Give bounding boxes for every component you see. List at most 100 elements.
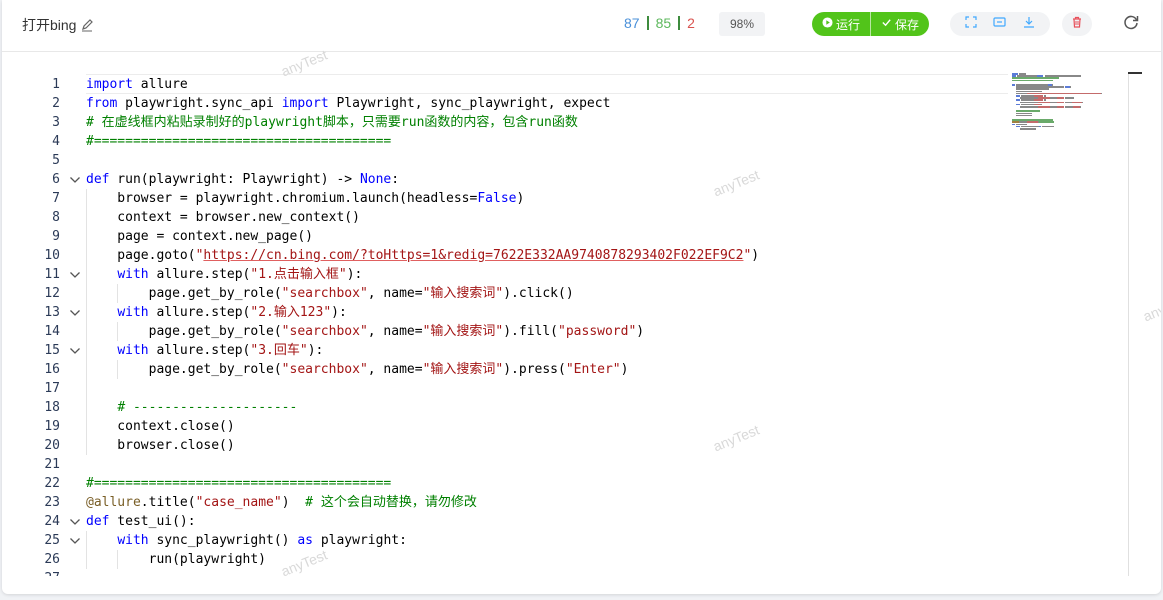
code-text: run(playwright): [86, 550, 266, 569]
line-number: 20: [44, 438, 60, 453]
save-button-label: 保存: [895, 17, 920, 32]
line-number: 24: [44, 514, 60, 529]
code-line[interactable]: 15 with allure.step("3.回车"):: [2, 341, 1142, 360]
indent-guide: [117, 322, 119, 341]
code-line[interactable]: 14 page.get_by_role("searchbox", name="输…: [2, 322, 1142, 341]
code-line[interactable]: 11 with allure.step("1.点击输入框"):: [2, 265, 1142, 284]
stat-divider: [646, 16, 649, 30]
code-token: ): [516, 191, 525, 206]
code-text: with allure.step("2.输入123"):: [86, 303, 347, 322]
fold-chevron-icon[interactable]: [68, 303, 82, 322]
code-token: page.get_by_role(: [86, 324, 282, 339]
fold-chevron-icon[interactable]: [68, 170, 82, 189]
code-line[interactable]: 12 page.get_by_role("searchbox", name="输…: [2, 284, 1142, 303]
line-number: 11: [44, 267, 60, 282]
line-number: 23: [44, 495, 60, 510]
code-line[interactable]: 9 page = context.new_page(): [2, 227, 1142, 246]
code-line[interactable]: 4 #======================================: [2, 132, 1142, 151]
code-token: ):: [346, 267, 363, 282]
code-line[interactable]: 3 # 在虚线框内粘贴录制好的playwright脚本，只需要run函数的内容，包…: [2, 113, 1142, 132]
code-text: browser.close(): [86, 436, 234, 455]
code-line[interactable]: 26 run(playwright): [2, 550, 1142, 569]
code-line[interactable]: 5: [2, 151, 1142, 170]
minimap-line: [1064, 97, 1074, 99]
fullscreen-button[interactable]: [960, 13, 982, 35]
minimap-line: [1038, 106, 1050, 108]
code-line[interactable]: 10 page.goto("https://cn.bing.com/?toHtt…: [2, 246, 1142, 265]
line-number: 25: [44, 533, 60, 548]
code-text: page = context.new_page(): [86, 227, 313, 246]
run-button[interactable]: 运行: [812, 12, 870, 36]
code-token: with: [117, 533, 149, 548]
code-token: Playwright, sync_playwright, expect: [328, 96, 611, 111]
code-line[interactable]: 18 # ---------------------: [2, 398, 1142, 417]
fold-chevron-icon[interactable]: [68, 341, 82, 360]
code-line[interactable]: 27: [2, 569, 1142, 576]
preview-button[interactable]: [989, 13, 1011, 35]
refresh-icon: [1122, 13, 1140, 36]
code-line[interactable]: 2 from playwright.sync_api import Playwri…: [2, 94, 1142, 113]
refresh-button[interactable]: [1120, 13, 1142, 35]
code-token: with: [117, 343, 149, 358]
code-line[interactable]: 24 def test_ui():: [2, 512, 1142, 531]
code-line[interactable]: 19 context.close(): [2, 417, 1142, 436]
code-line[interactable]: 20 browser.close(): [2, 436, 1142, 455]
save-button[interactable]: 保存: [871, 12, 929, 36]
code-editor[interactable]: 1 import allure 2 from playwright.sync_api …: [2, 64, 1142, 576]
code-line[interactable]: 7 browser = playwright.chromium.launch(h…: [2, 189, 1142, 208]
code-token: False: [477, 191, 517, 206]
fold-chevron-icon[interactable]: [68, 265, 82, 284]
indent-guide: [86, 379, 87, 398]
code-line[interactable]: 17: [2, 379, 1142, 398]
indent-guide: [86, 189, 87, 208]
line-number: 18: [44, 400, 60, 415]
code-line[interactable]: 6 def run(playwright: Playwright) -> None…: [2, 170, 1142, 189]
minimap-line: [1072, 106, 1081, 108]
code-token: allure: [132, 77, 188, 92]
code-line[interactable]: 1 import allure: [2, 75, 1142, 94]
vertical-scrollbar[interactable]: [1128, 72, 1129, 576]
line-number: 8: [52, 210, 60, 225]
code-token: context.close(): [86, 419, 235, 434]
minimap-line: [1049, 97, 1058, 99]
download-button[interactable]: [1018, 13, 1040, 35]
indent-guide: [86, 436, 87, 455]
code-line[interactable]: 22 #=====================================…: [2, 474, 1142, 493]
delete-button[interactable]: [1062, 12, 1092, 36]
fold-chevron-icon[interactable]: [68, 512, 82, 531]
code-token: :: [391, 172, 400, 187]
code-text: context.close(): [86, 417, 235, 436]
code-text: with sync_playwright() as playwright:: [86, 531, 407, 550]
code-line[interactable]: 23 @allure.title("case_name") # 这个会自动替换，请…: [2, 493, 1142, 512]
code-text: with allure.step("1.点击输入框"):: [86, 265, 362, 284]
code-text: def test_ui():: [86, 512, 196, 531]
code-token: ).click(): [503, 286, 574, 301]
script-title[interactable]: 打开bing: [22, 15, 94, 35]
indent-guide: [86, 208, 87, 227]
indent-guide: [86, 550, 87, 569]
minimap-line: [1012, 123, 1016, 126]
code-line[interactable]: 16 page.get_by_role("searchbox", name="输…: [2, 360, 1142, 379]
indent-guide: [86, 341, 87, 360]
code-token: run(playwright): [86, 552, 267, 567]
fold-chevron-icon[interactable]: [68, 531, 82, 550]
code-minimap[interactable]: [1012, 73, 1104, 133]
code-text: def run(playwright: Playwright) -> None:: [86, 170, 399, 189]
indent-guide: [86, 246, 87, 265]
code-token: , name=: [367, 362, 423, 377]
code-line[interactable]: 25 with sync_playwright() as playwright:: [2, 531, 1142, 550]
minimap-line: [1080, 106, 1082, 108]
code-line[interactable]: 8 context = browser.new_context(): [2, 208, 1142, 227]
code-text: #======================================: [86, 474, 391, 493]
code-line[interactable]: 13 with allure.step("2.输入123"):: [2, 303, 1142, 322]
code-token: from: [86, 96, 118, 111]
code-token: run(playwright: Playwright) ->: [109, 172, 360, 187]
scrollbar-position-marker[interactable]: [1128, 72, 1142, 74]
code-line[interactable]: 21: [2, 455, 1142, 474]
edit-pencil-icon[interactable]: [80, 18, 94, 32]
code-token: ): [636, 324, 645, 339]
